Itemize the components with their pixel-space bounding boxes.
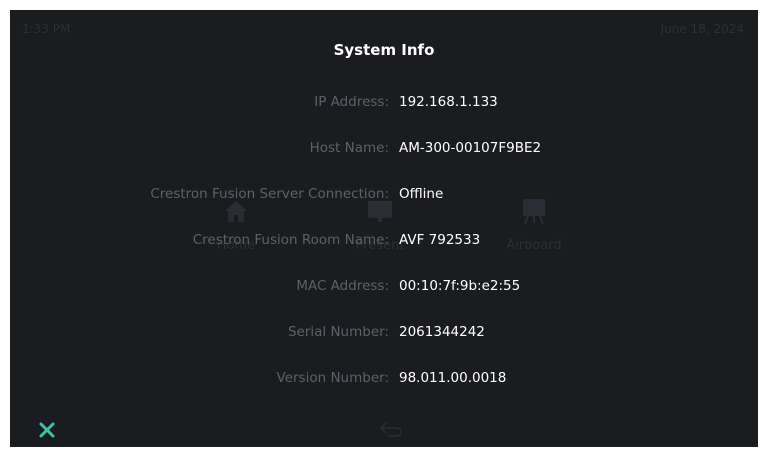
- ip-address-label: IP Address:: [314, 94, 389, 110]
- fusion-room-name-value: AVF 792533: [399, 232, 481, 248]
- clock-time: 1:33 PM: [22, 22, 71, 36]
- touch-panel-screen: 1:33 PM June 18, 2024 Home Present Airbo…: [10, 10, 758, 447]
- info-row-version-number: Version Number: 98.011.00.0018: [10, 367, 758, 391]
- info-row-serial-number: Serial Number: 2061344242: [10, 321, 758, 345]
- close-icon[interactable]: [34, 417, 60, 443]
- info-row-fusion-room-name: Crestron Fusion Room Name: AVF 792533: [10, 229, 758, 253]
- close-button[interactable]: [34, 417, 60, 443]
- info-row-fusion-server-connection: Crestron Fusion Server Connection: Offli…: [10, 183, 758, 207]
- serial-number-value: 2061344242: [399, 324, 485, 340]
- clock-date: June 18, 2024: [660, 22, 744, 36]
- fusion-server-connection-value: Offline: [399, 186, 444, 202]
- info-row-ip-address: IP Address: 192.168.1.133: [10, 91, 758, 115]
- host-name-value: AM-300-00107F9BE2: [399, 140, 542, 156]
- ip-address-value: 192.168.1.133: [399, 94, 498, 110]
- device-frame: 1:33 PM June 18, 2024 Home Present Airbo…: [0, 0, 768, 457]
- mac-address-value: 00:10:7f:9b:e2:55: [399, 278, 521, 294]
- version-number-label: Version Number:: [276, 370, 389, 386]
- fusion-server-connection-label: Crestron Fusion Server Connection:: [150, 186, 389, 202]
- host-name-label: Host Name:: [309, 140, 389, 156]
- back-arrow-icon: [379, 422, 402, 437]
- info-row-mac-address: MAC Address: 00:10:7f:9b:e2:55: [10, 275, 758, 299]
- info-row-host-name: Host Name: AM-300-00107F9BE2: [10, 137, 758, 161]
- serial-number-label: Serial Number:: [287, 324, 389, 340]
- version-number-value: 98.011.00.0018: [399, 370, 507, 386]
- dialog-title: System Info: [333, 41, 435, 59]
- mac-address-label: MAC Address:: [296, 278, 389, 294]
- fusion-room-name-label: Crestron Fusion Room Name:: [192, 232, 389, 248]
